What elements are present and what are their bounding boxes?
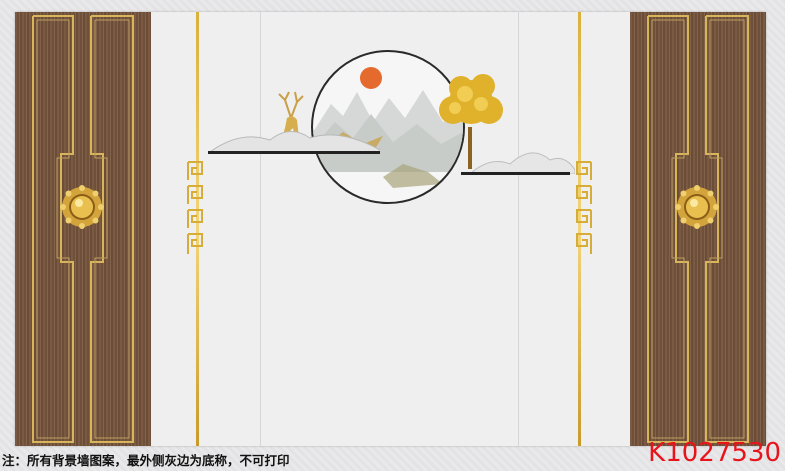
feature-wall: [15, 12, 766, 446]
panel-seam: [260, 12, 261, 446]
white-mountain-relief-right: [470, 152, 575, 174]
red-sun-icon: [360, 67, 382, 89]
black-shelf-left: [208, 151, 380, 154]
panel-seam: [518, 12, 519, 446]
gold-fret-pattern-left: [187, 161, 203, 254]
gold-sunburst-knob-icon: [675, 185, 719, 229]
gold-fret-pattern-right: [576, 161, 592, 254]
product-code: K1027530: [648, 438, 781, 468]
left-panel-gold-inlay: [32, 15, 134, 443]
left-wood-panel: [15, 12, 151, 446]
footer-note: 注：所有背景墙图案，最外侧灰边为底称，不可打印: [2, 453, 290, 468]
black-shelf-right: [461, 172, 570, 175]
white-mountain-relief-left: [210, 131, 380, 152]
right-wood-panel: [630, 12, 766, 446]
gold-sunburst-knob-icon: [60, 185, 104, 229]
right-panel-gold-inlay: [647, 15, 749, 443]
